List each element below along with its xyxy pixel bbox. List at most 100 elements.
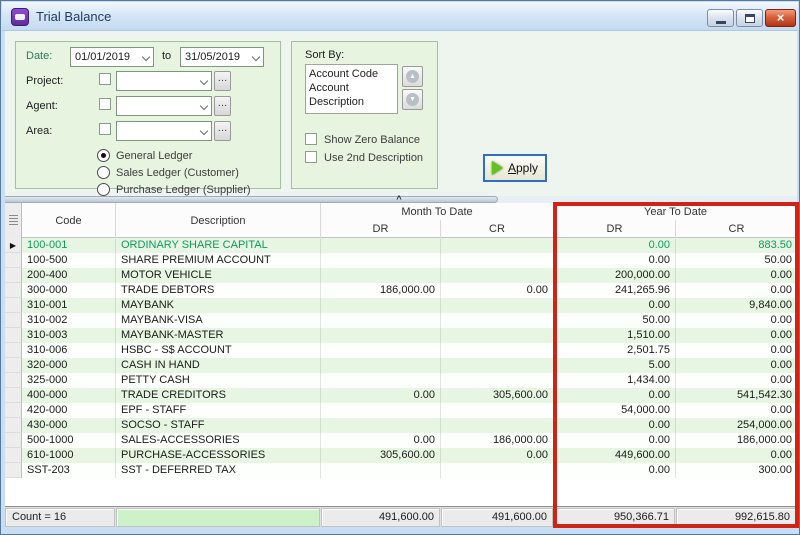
cell-code[interactable]: 200-400 [22,268,116,283]
table-row[interactable]: 300-000 TRADE DEBTORS 186,000.00 0.00 24… [5,283,797,298]
cell-ytd-dr[interactable]: 2,501.75 [554,343,676,358]
cell-code[interactable]: 320-000 [22,358,116,373]
cell-mtd-dr[interactable]: 0.00 [321,388,441,403]
cell-ytd-dr[interactable]: 0.00 [554,388,676,403]
table-row[interactable]: 310-002 MAYBANK-VISA 50.00 0.00 [5,313,797,328]
cell-ytd-cr[interactable]: 0.00 [676,358,797,373]
cell-mtd-cr[interactable]: 0.00 [441,283,554,298]
cell-ytd-dr[interactable]: 50.00 [554,313,676,328]
table-row[interactable]: 200-400 MOTOR VEHICLE 200,000.00 0.00 [5,268,797,283]
cell-description[interactable]: MAYBANK-MASTER [116,328,321,343]
cell-ytd-dr[interactable]: 1,510.00 [554,328,676,343]
cell-mtd-dr[interactable] [321,418,441,433]
table-row[interactable]: 325-000 PETTY CASH 1,434.00 0.00 [5,373,797,388]
chevron-down-icon[interactable] [200,127,208,135]
cell-description[interactable]: TRADE CREDITORS [116,388,321,403]
table-row[interactable]: 320-000 CASH IN HAND 5.00 0.00 [5,358,797,373]
cell-mtd-cr[interactable] [441,298,554,313]
cell-mtd-dr[interactable] [321,298,441,313]
cell-code[interactable]: 430-000 [22,418,116,433]
apply-button[interactable]: Apply [483,154,547,182]
year-to-date-band-header[interactable]: Year To Date [554,203,797,220]
cell-description[interactable]: SST - DEFERRED TAX [116,463,321,478]
cell-mtd-dr[interactable]: 186,000.00 [321,283,441,298]
cell-mtd-cr[interactable] [441,343,554,358]
cell-mtd-cr[interactable] [441,463,554,478]
cell-ytd-dr[interactable]: 0.00 [554,298,676,313]
cell-ytd-dr[interactable]: 241,265.96 [554,283,676,298]
cell-ytd-dr[interactable]: 1,434.00 [554,373,676,388]
cell-ytd-dr[interactable]: 0.00 [554,418,676,433]
cell-mtd-cr[interactable] [441,238,554,253]
ytd-dr-column-header[interactable]: DR [554,220,676,238]
cell-ytd-cr[interactable]: 186,000.00 [676,433,797,448]
cell-ytd-cr[interactable]: 0.00 [676,373,797,388]
cell-mtd-cr[interactable] [441,418,554,433]
date-from-combobox[interactable]: 01/01/2019 [70,47,154,67]
cell-mtd-dr[interactable] [321,463,441,478]
cell-mtd-cr[interactable] [441,403,554,418]
maximize-button[interactable] [736,9,763,27]
collapse-icon[interactable]: ^ [391,195,407,203]
cell-ytd-cr[interactable]: 9,840.00 [676,298,797,313]
radio-sales-ledger[interactable] [97,166,110,179]
table-row[interactable]: 310-006 HSBC - S$ ACCOUNT 2,501.75 0.00 [5,343,797,358]
cell-ytd-dr[interactable]: 54,000.00 [554,403,676,418]
agent-combobox[interactable] [116,96,212,116]
cell-mtd-dr[interactable] [321,343,441,358]
cell-mtd-cr[interactable] [441,313,554,328]
horizontal-splitter[interactable]: ^ [5,196,797,203]
cell-description[interactable]: CASH IN HAND [116,358,321,373]
cell-code[interactable]: 420-000 [22,403,116,418]
ytd-cr-column-header[interactable]: CR [676,220,797,238]
code-column-header[interactable]: Code [22,203,116,238]
table-row[interactable]: 310-001 MAYBANK 0.00 9,840.00 [5,298,797,313]
cell-ytd-cr[interactable]: 50.00 [676,253,797,268]
cell-ytd-dr[interactable]: 5.00 [554,358,676,373]
cell-ytd-dr[interactable]: 0.00 [554,433,676,448]
mtd-dr-column-header[interactable]: DR [321,220,441,238]
cell-mtd-cr[interactable]: 0.00 [441,448,554,463]
cell-description[interactable]: HSBC - S$ ACCOUNT [116,343,321,358]
cell-code[interactable]: 325-000 [22,373,116,388]
cell-ytd-cr[interactable]: 0.00 [676,448,797,463]
cell-mtd-cr[interactable]: 305,600.00 [441,388,554,403]
cell-code[interactable]: 310-003 [22,328,116,343]
table-row[interactable]: 100-500 SHARE PREMIUM ACCOUNT 0.00 50.00 [5,253,797,268]
cell-mtd-cr[interactable] [441,328,554,343]
cell-mtd-cr[interactable] [441,358,554,373]
close-button[interactable]: × [765,9,796,27]
table-row[interactable]: 420-000 EPF - STAFF 54,000.00 0.00 [5,403,797,418]
table-row[interactable]: 500-1000 SALES-ACCESSORIES 0.00 186,000.… [5,433,797,448]
cell-ytd-cr[interactable]: 254,000.00 [676,418,797,433]
cell-code[interactable]: 300-000 [22,283,116,298]
cell-mtd-dr[interactable] [321,238,441,253]
sort-option-account-description[interactable]: Account Description [309,81,394,109]
area-checkbox[interactable] [99,123,111,135]
chevron-down-icon[interactable] [142,53,150,61]
table-row[interactable]: 400-000 TRADE CREDITORS 0.00 305,600.00 … [5,388,797,403]
sort-option-account-code[interactable]: Account Code [309,67,394,81]
agent-checkbox[interactable] [99,98,111,110]
use-2nd-description-checkbox[interactable] [305,151,317,163]
cell-mtd-dr[interactable] [321,328,441,343]
cell-ytd-dr[interactable]: 0.00 [554,463,676,478]
cell-ytd-cr[interactable]: 0.00 [676,328,797,343]
table-row[interactable]: 430-000 SOCSO - STAFF 0.00 254,000.00 [5,418,797,433]
radio-purchase-ledger[interactable] [97,183,110,196]
chevron-down-icon[interactable] [200,102,208,110]
cell-mtd-dr[interactable] [321,373,441,388]
cell-description[interactable]: MOTOR VEHICLE [116,268,321,283]
month-to-date-band-header[interactable]: Month To Date [321,203,554,220]
show-zero-balance-checkbox[interactable] [305,133,317,145]
cell-mtd-cr[interactable]: 186,000.00 [441,433,554,448]
project-checkbox[interactable] [99,73,111,85]
cell-ytd-dr[interactable]: 200,000.00 [554,268,676,283]
cell-ytd-cr[interactable]: 0.00 [676,343,797,358]
cell-mtd-cr[interactable] [441,268,554,283]
cell-code[interactable]: 310-002 [22,313,116,328]
minimize-button[interactable] [707,9,734,27]
mtd-cr-column-header[interactable]: CR [441,220,554,238]
cell-ytd-cr[interactable]: 541,542.30 [676,388,797,403]
table-row[interactable]: SST-203 SST - DEFERRED TAX 0.00 300.00 [5,463,797,478]
